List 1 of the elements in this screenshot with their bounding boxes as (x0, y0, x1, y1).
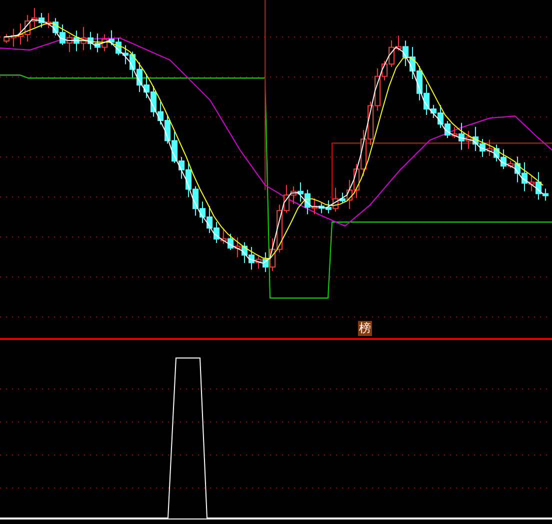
signal-badge: 榜 (358, 321, 372, 336)
